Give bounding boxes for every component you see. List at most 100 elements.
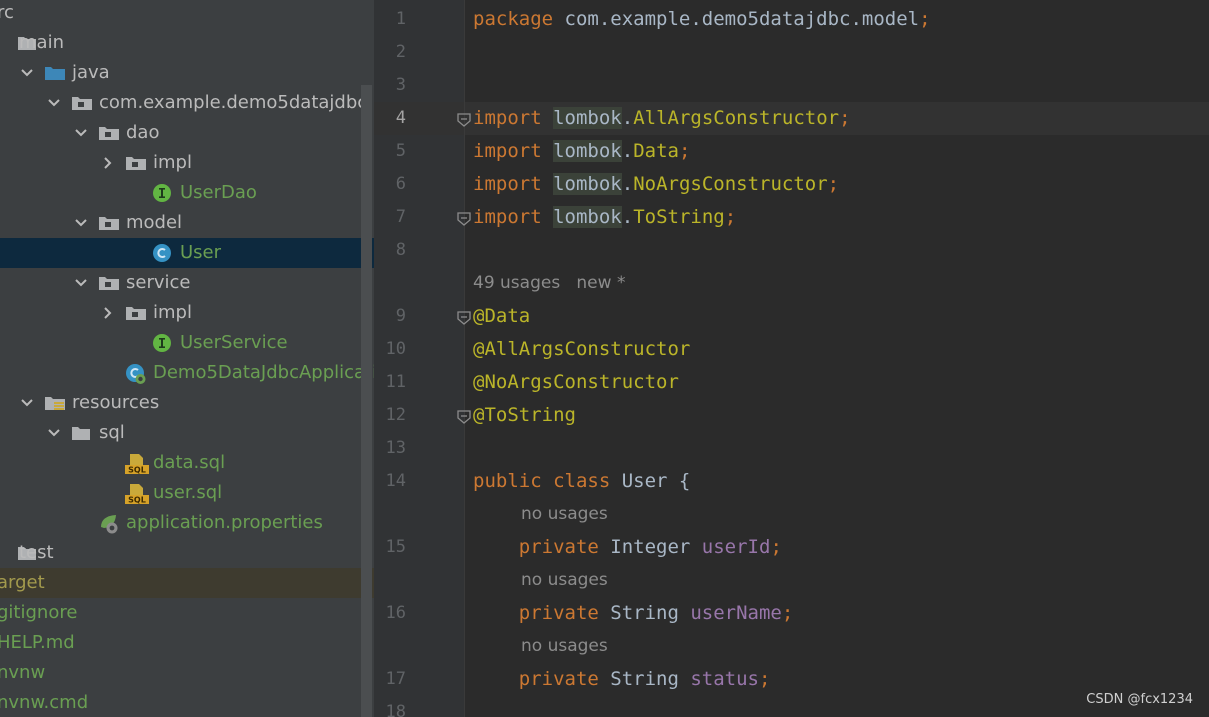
tree-item-arget[interactable]: arget (0, 568, 374, 598)
tree-item-dao[interactable]: dao (0, 118, 374, 148)
code-line[interactable]: private String userName; (473, 597, 794, 630)
line-number: 12 (385, 405, 406, 425)
tree-item-impl[interactable]: impl (0, 298, 374, 328)
code-token: ; (827, 173, 840, 195)
tree-item-model[interactable]: model (0, 208, 374, 238)
code-token: import (473, 107, 542, 129)
code-token: ; (919, 8, 931, 30)
tree-item-label: HELP.md (0, 632, 75, 653)
code-line[interactable]: @Data (473, 300, 530, 333)
code-token: AllArgsConstructor (633, 107, 840, 129)
code-line[interactable]: @ToString (473, 399, 576, 432)
fold-marker-icon[interactable] (457, 211, 471, 226)
tree-item-userdao[interactable]: UserDao (0, 178, 374, 208)
tree-item-demo5datajdbcapplication[interactable]: Demo5DataJdbcApplication (0, 358, 374, 388)
tree-item-impl[interactable]: impl (0, 148, 374, 178)
fold-marker-icon[interactable] (457, 409, 471, 424)
code-line[interactable]: import lombok.AllArgsConstructor; (473, 102, 851, 135)
chevron-right-icon[interactable] (100, 298, 116, 328)
tree-item-label: User (180, 242, 222, 263)
line-number: 5 (395, 141, 406, 161)
line-number: 17 (385, 669, 406, 689)
code-line[interactable]: import lombok.ToString; (473, 201, 736, 234)
tree-item-service[interactable]: service (0, 268, 374, 298)
tree-item-java[interactable]: java (0, 58, 374, 88)
svg-text:SQL: SQL (128, 466, 146, 475)
tree-item-rc[interactable]: rc (0, 0, 374, 28)
code-line[interactable]: package com.example.demo5datajdbc.model; (473, 3, 931, 36)
line-number: 8 (395, 240, 406, 260)
tree-item-label: impl (153, 302, 192, 323)
interface-icon (152, 183, 172, 203)
tree-item-main[interactable]: main (0, 28, 374, 58)
chevron-down-icon[interactable] (19, 388, 35, 418)
tree-item-user-sql[interactable]: SQL user.sql (0, 478, 374, 508)
code-line[interactable]: public class User { (473, 465, 690, 498)
tree-item-label: data.sql (153, 452, 226, 473)
line-number: 3 (395, 75, 406, 95)
code-token: com.example.demo5datajdbc.model (553, 8, 920, 30)
tree-item-label: user.sql (153, 482, 223, 503)
package-icon (98, 123, 119, 143)
code-token: status (690, 668, 759, 690)
line-number: 2 (395, 42, 406, 62)
tree-item-data-sql[interactable]: SQL data.sql (0, 448, 374, 478)
tree-item-gitignore[interactable]: gitignore (0, 598, 374, 628)
usages-hint[interactable]: no usages (521, 630, 608, 663)
package-icon (98, 273, 119, 293)
package-icon (125, 153, 146, 173)
gutter-divider (464, 0, 465, 717)
tree-item-sql[interactable]: sql (0, 418, 374, 448)
code-token: lombok (553, 107, 622, 129)
svg-text:SQL: SQL (128, 496, 146, 505)
code-token: ; (724, 206, 737, 228)
tree-item-label: service (126, 272, 191, 293)
code-line[interactable]: @NoArgsConstructor (473, 366, 679, 399)
code-line[interactable]: private String status; (473, 663, 771, 696)
usages-hint[interactable]: no usages (521, 564, 608, 597)
code-token: Integer (598, 536, 702, 558)
code-token: . (621, 107, 634, 129)
code-line[interactable]: import lombok.Data; (473, 135, 690, 168)
tree-item-label: com.example.demo5datajdbc (99, 92, 368, 113)
code-line[interactable]: private Integer userId; (473, 531, 782, 564)
tree-item-label: gitignore (0, 602, 78, 623)
tree-item-resources[interactable]: resources (0, 388, 374, 418)
tree-item-label: main (19, 32, 64, 53)
tree-item-com-example-demo5datajdbc[interactable]: com.example.demo5datajdbc (0, 88, 374, 118)
code-token: NoArgsConstructor (633, 173, 828, 195)
chevron-down-icon[interactable] (19, 58, 35, 88)
code-token: import (473, 173, 542, 195)
chevron-down-icon[interactable] (46, 88, 62, 118)
code-line[interactable]: import lombok.NoArgsConstructor; (473, 168, 839, 201)
tree-item-test[interactable]: test (0, 538, 374, 568)
tree-item-nvnw-cmd[interactable]: nvnw.cmd (0, 688, 374, 717)
sql-file-icon: SQL (125, 453, 149, 475)
fold-marker-icon[interactable] (457, 112, 471, 127)
chevron-right-icon[interactable] (100, 148, 116, 178)
tree-item-label: resources (72, 392, 160, 413)
chevron-down-icon[interactable] (73, 118, 89, 148)
tree-scrollbar[interactable] (361, 85, 372, 717)
fold-marker-icon[interactable] (457, 310, 471, 325)
code-token: @Data (473, 305, 531, 327)
tree-item-user[interactable]: User (0, 238, 374, 268)
usages-hint[interactable]: no usages (521, 498, 608, 531)
tree-item-label: rc (0, 2, 14, 23)
tree-item-nvnw[interactable]: nvnw (0, 658, 374, 688)
code-editor[interactable]: 1 package com.example.demo5datajdbc.model… (374, 0, 1209, 717)
chevron-down-icon[interactable] (46, 418, 62, 448)
tree-item-application-properties[interactable]: application.properties (0, 508, 374, 538)
code-token: import (473, 206, 542, 228)
tree-item-help-md[interactable]: HELP.md (0, 628, 374, 658)
chevron-down-icon[interactable] (73, 208, 89, 238)
code-token: ToString (633, 206, 725, 228)
tree-item-userservice[interactable]: UserService (0, 328, 374, 358)
code-token: private (518, 602, 599, 624)
package-icon (98, 213, 119, 233)
code-line[interactable]: @AllArgsConstructor (473, 333, 690, 366)
chevron-down-icon[interactable] (73, 268, 89, 298)
usages-hint[interactable]: 49 usages new * (473, 267, 625, 300)
line-number: 9 (395, 306, 406, 326)
